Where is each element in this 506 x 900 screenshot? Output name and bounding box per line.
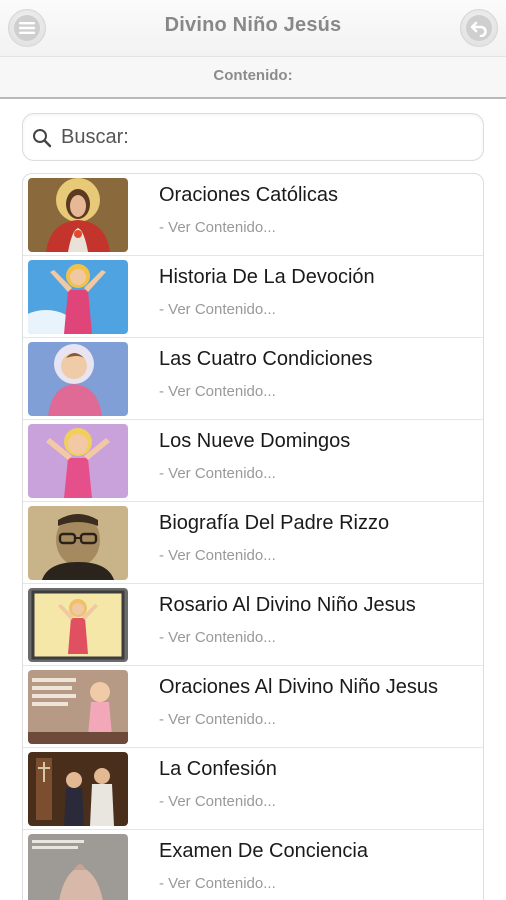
item-title: Oraciones Católicas [159, 184, 338, 206]
item-title: Biografía Del Padre Rizzo [159, 512, 390, 534]
item-thumbnail [28, 752, 128, 826]
item-subtitle: - Ver Contenido... [159, 793, 276, 810]
item-subtitle: - Ver Contenido... [159, 465, 276, 482]
item-subtitle: - Ver Contenido... [159, 383, 276, 400]
item-title: Historia De La Devoción [159, 266, 375, 288]
search-icon [33, 129, 52, 148]
list-item[interactable]: Oraciones Católicas - Ver Contenido... [23, 174, 483, 256]
list-item[interactable]: Biografía Del Padre Rizzo - Ver Contenid… [23, 502, 483, 584]
item-subtitle: - Ver Contenido... [159, 629, 276, 646]
item-thumbnail [28, 178, 128, 252]
item-title: Rosario Al Divino Niño Jesus [159, 594, 416, 616]
item-subtitle: - Ver Contenido... [159, 219, 276, 236]
item-title: La Confesión [159, 758, 277, 780]
section-title: Contenido: [213, 67, 293, 84]
back-arrow-icon [466, 15, 492, 41]
item-subtitle: - Ver Contenido... [159, 547, 276, 564]
item-title: Las Cuatro Condiciones [159, 348, 373, 370]
back-button[interactable] [460, 9, 498, 47]
item-title: Examen De Conciencia [159, 840, 368, 862]
search-input[interactable] [61, 122, 471, 152]
item-title: Oraciones Al Divino Niño Jesus [159, 676, 439, 698]
list-item[interactable]: La Confesión - Ver Contenido... [23, 748, 483, 830]
app-title: Divino Niño Jesús [164, 14, 342, 36]
section-bar: Contenido: [0, 57, 506, 99]
app-screen: Divino Niño Jesús Contenido: Buscar: Ora… [0, 0, 506, 900]
item-subtitle: - Ver Contenido... [159, 875, 276, 892]
item-subtitle: - Ver Contenido... [159, 301, 276, 318]
item-thumbnail [28, 424, 128, 498]
item-thumbnail [28, 670, 128, 744]
list-item[interactable]: Historia De La Devoción - Ver Contenido.… [23, 256, 483, 338]
list-item[interactable]: Los Nueve Domingos - Ver Contenido... [23, 420, 483, 502]
item-thumbnail [28, 342, 128, 416]
content-list: Oraciones Católicas - Ver Contenido... H… [22, 173, 484, 900]
list-item[interactable]: Rosario Al Divino Niño Jesus - Ver Conte… [23, 584, 483, 666]
item-title: Los Nueve Domingos [159, 430, 351, 452]
search-box[interactable] [22, 113, 484, 161]
list-item[interactable]: Las Cuatro Condiciones - Ver Contenido..… [23, 338, 483, 420]
item-thumbnail [28, 506, 128, 580]
list-item[interactable]: Oraciones Al Divino Niño Jesus - Ver Con… [23, 666, 483, 748]
item-thumbnail [28, 588, 128, 662]
item-thumbnail [28, 260, 128, 334]
header-bar: Divino Niño Jesús [0, 0, 506, 57]
item-subtitle: - Ver Contenido... [159, 711, 276, 728]
list-item[interactable]: Examen De Conciencia - Ver Contenido... [23, 830, 483, 900]
item-thumbnail [28, 834, 128, 900]
